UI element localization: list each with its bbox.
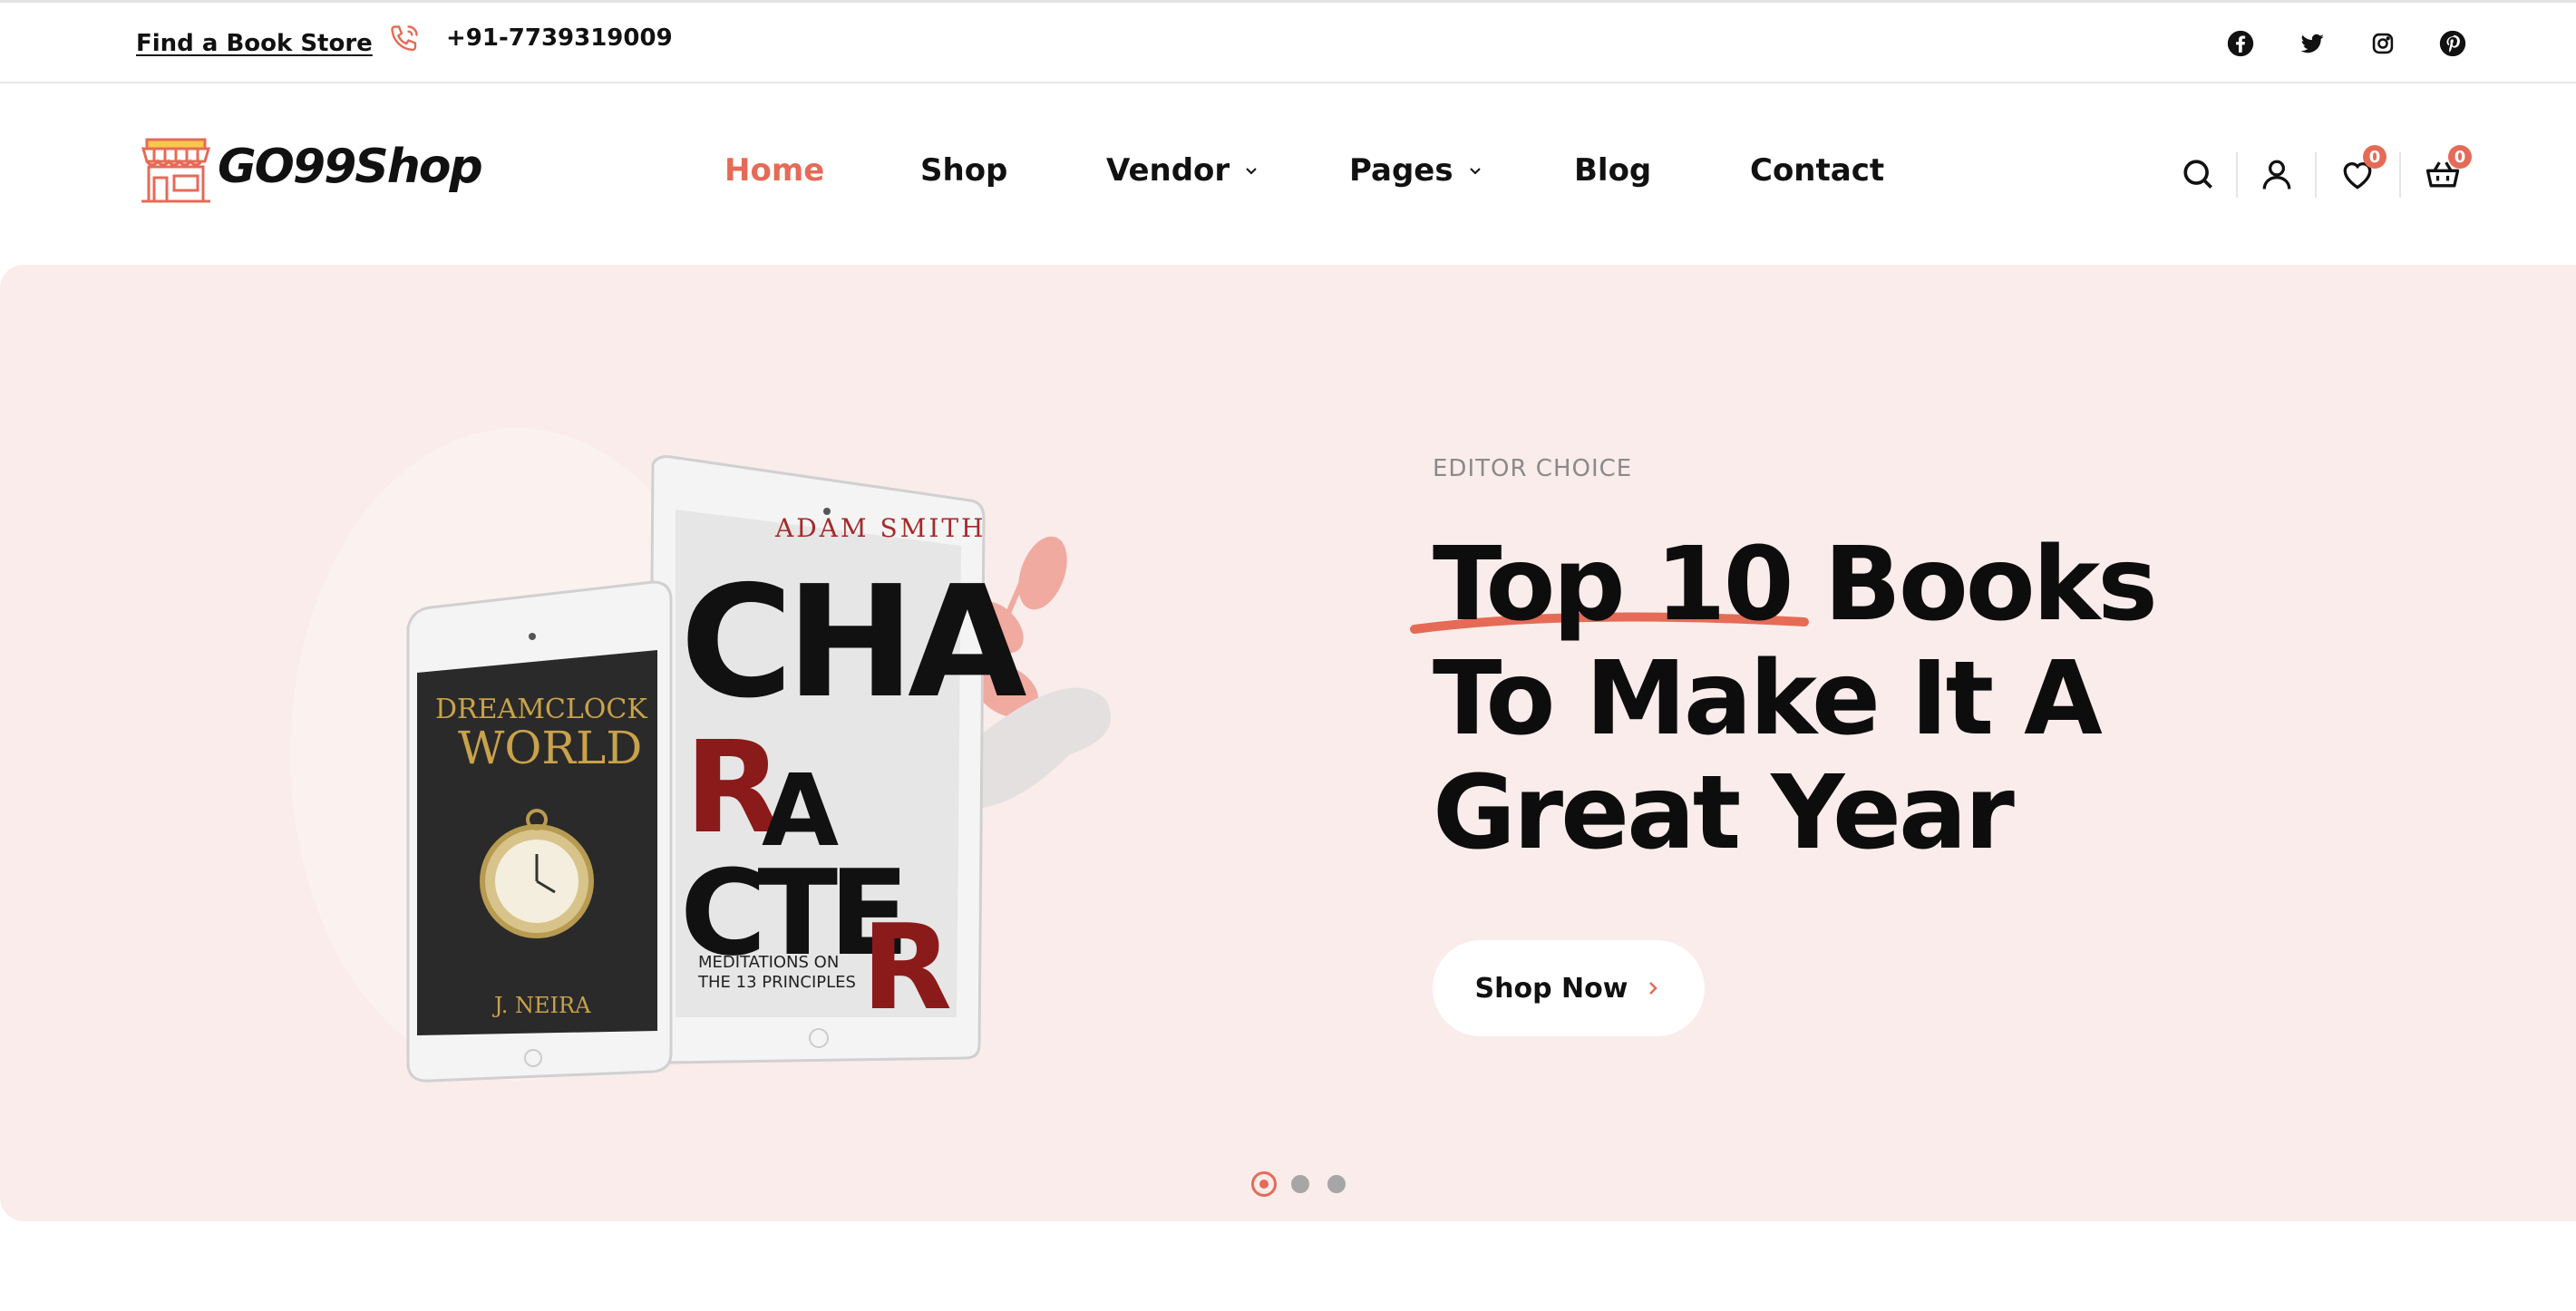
divider <box>2399 152 2401 198</box>
nav-shop[interactable]: Shop <box>920 152 1007 189</box>
shop-now-button[interactable]: Shop Now <box>1433 940 1705 1036</box>
shop-now-label: Shop Now <box>1474 972 1628 1005</box>
svg-text:J. NEIRA: J. NEIRA <box>491 993 591 1018</box>
chevron-right-icon <box>1649 982 1658 995</box>
search-icon[interactable] <box>2178 154 2218 194</box>
nav-pages[interactable]: Pages <box>1349 152 1484 189</box>
slide-dot-1[interactable] <box>1251 1171 1277 1197</box>
svg-text:MEDITATIONS ON: MEDITATIONS ON <box>698 953 839 972</box>
nav-vendor-label: Vendor <box>1106 152 1230 189</box>
twitter-icon[interactable] <box>2297 28 2328 59</box>
nav-vendor[interactable]: Vendor <box>1106 152 1260 189</box>
tablet-right: ADAM SMITH CHA R A CTE R MEDITATIONS ON … <box>646 455 1034 1064</box>
slide-dot-2[interactable] <box>1288 1171 1313 1197</box>
chevron-down-icon <box>1469 168 1481 175</box>
cart-count-badge: 0 <box>2448 145 2472 169</box>
slider-pagination <box>1251 1171 1349 1197</box>
facebook-icon[interactable] <box>2225 28 2256 59</box>
hero-tablets-image: ADAM SMITH CHA R A CTE R MEDITATIONS ON … <box>290 428 1111 1083</box>
svg-text:DREAMCLOCK: DREAMCLOCK <box>435 694 647 725</box>
main-header: GO99Shop Home Shop Vendor Pages Blog Con… <box>0 83 2576 265</box>
divider <box>2236 152 2238 198</box>
nav-pages-label: Pages <box>1349 152 1453 189</box>
pinterest-icon[interactable] <box>2437 28 2468 59</box>
nav-shop-label: Shop <box>920 152 1008 189</box>
hero-banner: ADAM SMITH CHA R A CTE R MEDITATIONS ON … <box>0 265 2576 1221</box>
divider <box>2315 152 2317 198</box>
nav-blog[interactable]: Blog <box>1574 152 1651 189</box>
shop-logo-icon[interactable] <box>140 134 212 207</box>
headline-line-2: To Make It A <box>1433 640 2103 758</box>
svg-text:THE 13 PRINCIPLES: THE 13 PRINCIPLES <box>697 973 856 992</box>
chevron-down-icon <box>1246 168 1257 175</box>
svg-text:ADAM SMITH: ADAM SMITH <box>774 513 986 543</box>
svg-text:CHA: CHA <box>680 553 1026 733</box>
shop-logo-text[interactable]: GO99Shop <box>218 140 483 194</box>
user-account-icon[interactable] <box>2257 154 2297 194</box>
phone-number: +91-7739319009 <box>446 24 673 52</box>
slide-dot-3[interactable] <box>1324 1171 1349 1197</box>
nav-blog-label: Blog <box>1574 152 1652 189</box>
svg-text:WORLD: WORLD <box>458 722 642 774</box>
hero-eyebrow: EDITOR CHOICE <box>1433 455 1633 482</box>
tablet-left: DREAMCLOCK WORLD J. NEIRA <box>406 580 673 1083</box>
nav-home-label: Home <box>724 152 825 189</box>
hero-headline: Top 10 Books To Make It A Great Year <box>1433 528 2249 870</box>
find-book-store-link[interactable]: Find a Book Store <box>136 30 373 57</box>
instagram-icon[interactable] <box>2367 28 2398 59</box>
headline-line-3: Great Year <box>1433 754 2015 872</box>
nav-contact-label: Contact <box>1750 152 1885 189</box>
headline-line-1: Top 10 Books <box>1433 526 2158 644</box>
nav-home[interactable]: Home <box>724 152 824 189</box>
wishlist-count-badge: 0 <box>2363 145 2386 169</box>
phone-icon <box>388 23 421 55</box>
nav-contact[interactable]: Contact <box>1750 152 1884 189</box>
svg-text:R: R <box>861 898 952 1036</box>
top-bar: Find a Book Store +91-7739319009 <box>0 0 2576 83</box>
